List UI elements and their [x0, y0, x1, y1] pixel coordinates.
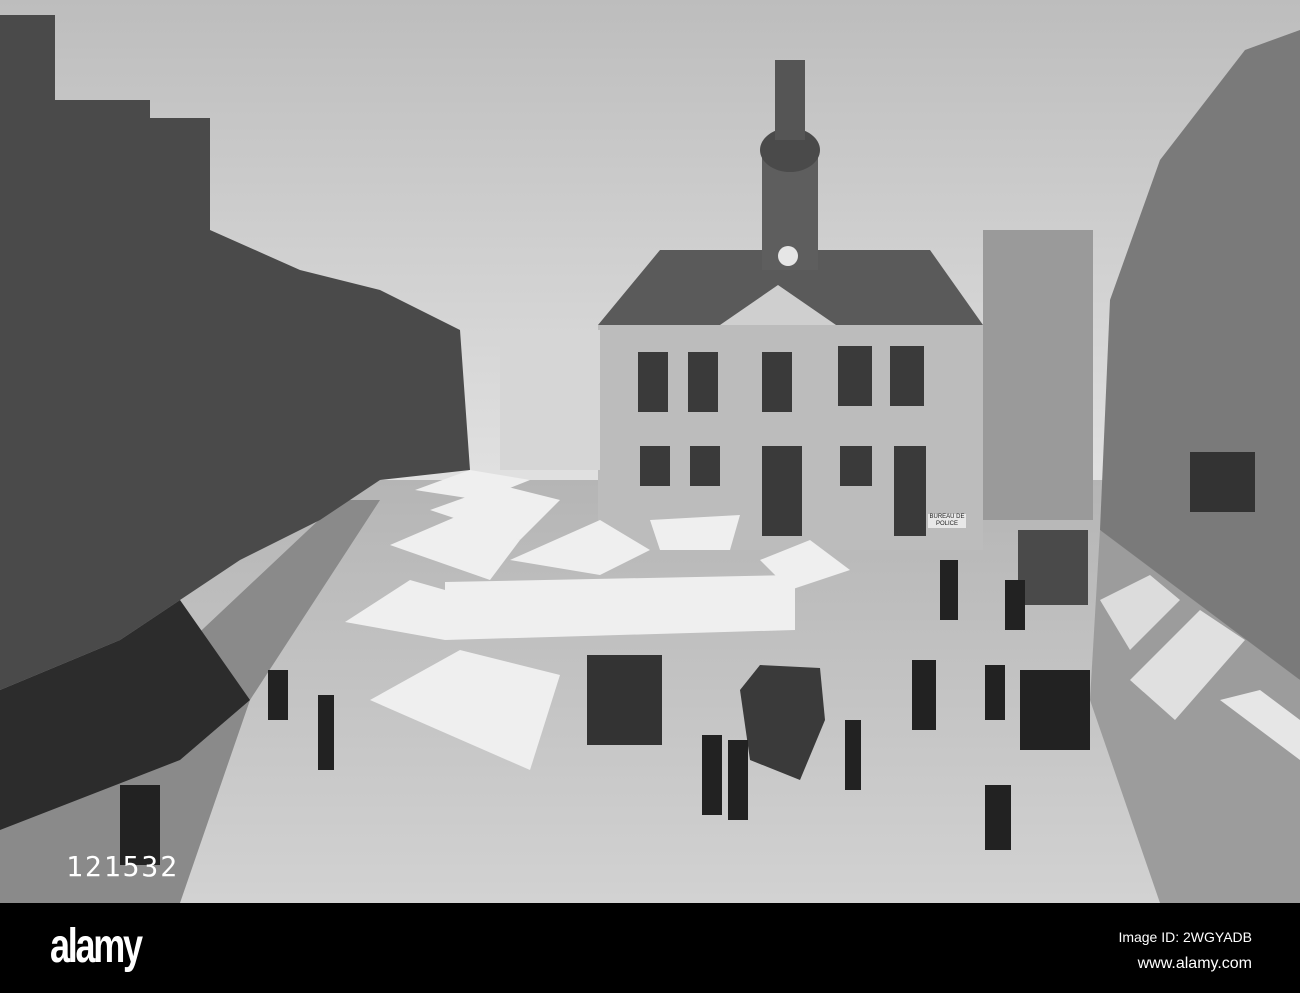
truck: [587, 655, 662, 745]
watermark-footer: alamy Image ID: 2WGYADB www.alamy.com: [0, 903, 1300, 993]
clock-face: [778, 246, 798, 266]
website-link: www.alamy.com: [1137, 955, 1252, 972]
police-office-sign: BUREAU DE POLICE: [928, 514, 966, 528]
plate-number: 121532: [66, 850, 180, 883]
bus: [1018, 530, 1088, 605]
photo-scene: [0, 0, 1300, 903]
image-id: Image ID: 2WGYADB: [1118, 929, 1252, 945]
alamy-logo: alamy: [50, 920, 143, 973]
market-square-photo: BUREAU DE POLICE 121532: [0, 0, 1300, 903]
